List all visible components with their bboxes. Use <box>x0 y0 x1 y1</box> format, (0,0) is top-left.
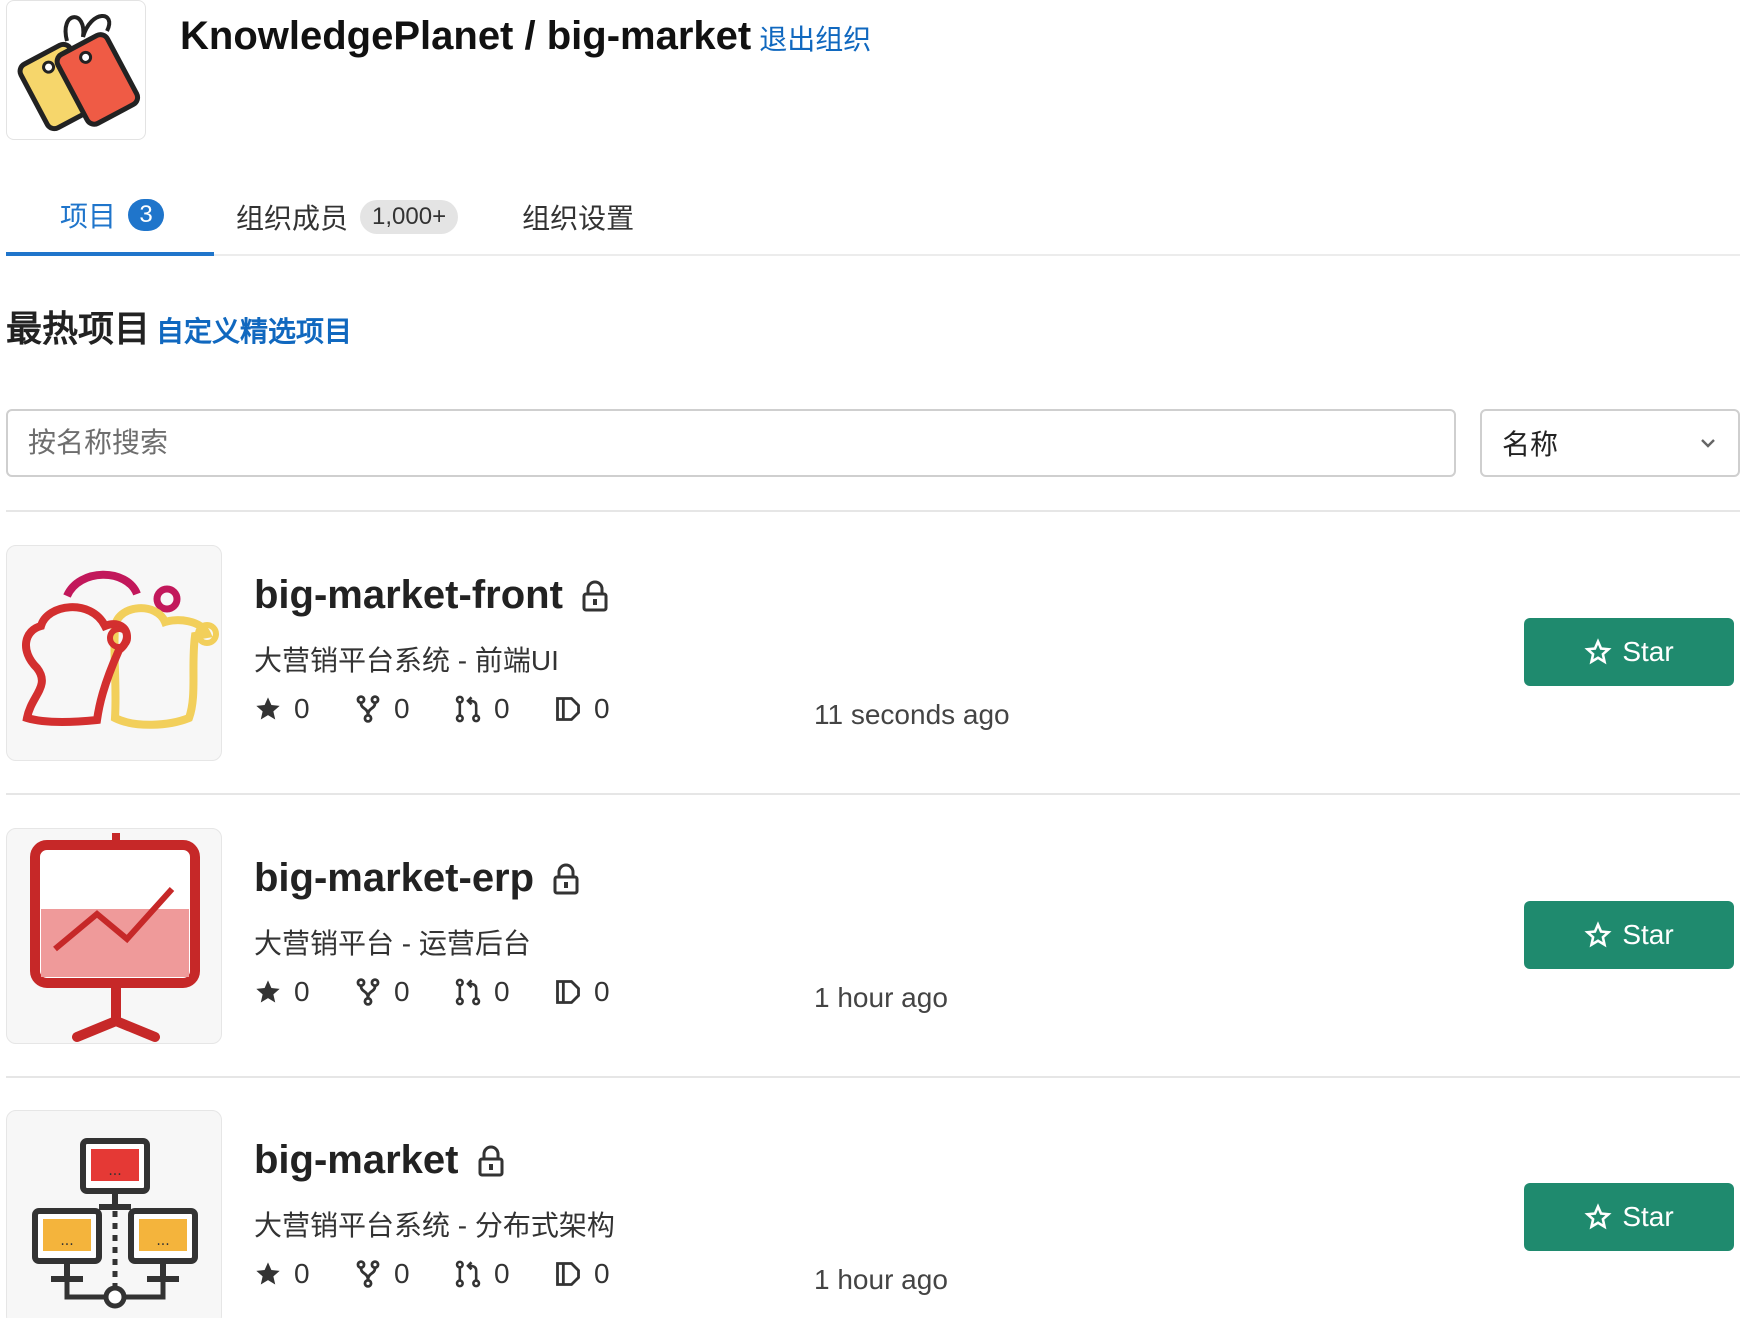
forks-stat[interactable]: 0 <box>354 976 454 1008</box>
network-computers-icon: ... ... ... <box>32 1138 198 1309</box>
project-row: big-market-erp 大营销平台 - 运营后台 0 0 0 0 1 ho… <box>6 828 1740 1044</box>
merge-request-icon <box>455 978 481 1006</box>
lock-icon <box>552 862 580 896</box>
updated-time: 1 hour ago <box>814 982 948 1013</box>
presentation-chart-icon <box>30 833 200 1042</box>
stars-stat[interactable]: 0 <box>254 976 354 1008</box>
issues-count: 0 <box>594 1258 610 1289</box>
project-avatar[interactable]: ... ... ... <box>6 1110 222 1318</box>
project-avatar[interactable] <box>6 545 222 761</box>
lock-icon <box>581 579 609 613</box>
project-stats: 0 0 0 0 <box>254 693 654 725</box>
star-button-label: Star <box>1622 1201 1674 1232</box>
project-avatar[interactable] <box>6 828 222 1044</box>
forks-count: 0 <box>394 1258 410 1289</box>
stars-count: 0 <box>294 1258 310 1289</box>
leave-org-link[interactable]: 退出组织 <box>759 24 871 55</box>
lock-icon <box>477 1144 505 1178</box>
merge-request-icon <box>455 1260 481 1288</box>
star-icon <box>256 1262 280 1285</box>
fork-icon <box>356 695 380 723</box>
org-avatar <box>6 0 146 140</box>
project-name-text: big-market-front <box>254 573 563 617</box>
stars-count: 0 <box>294 976 310 1007</box>
project-name-text: big-market-erp <box>254 856 535 900</box>
sort-dropdown[interactable]: 名称 <box>1480 409 1740 477</box>
star-button[interactable]: Star <box>1524 618 1734 686</box>
merge-requests-stat[interactable]: 0 <box>454 976 554 1008</box>
star-outline-icon <box>1584 921 1612 948</box>
project-name[interactable]: big-market-front <box>254 573 609 618</box>
stars-stat[interactable]: 0 <box>254 1258 354 1290</box>
project-stats: 0 0 0 0 <box>254 976 654 1008</box>
star-outline-icon <box>1584 1203 1612 1230</box>
project-stats: 0 0 0 0 <box>254 1258 654 1290</box>
merge-requests-count: 0 <box>494 976 510 1007</box>
project-description: 大营销平台 - 运营后台 <box>254 928 531 959</box>
issues-stat[interactable]: 0 <box>554 693 654 725</box>
tab-members[interactable]: 组织成员 1,000+ <box>236 178 459 256</box>
org-tabs: 项目 3 组织成员 1,000+ 组织设置 <box>6 178 1740 256</box>
chat-bubbles-icon <box>22 570 219 729</box>
issues-stat[interactable]: 0 <box>554 976 654 1008</box>
merge-requests-stat[interactable]: 0 <box>454 1258 554 1290</box>
tab-projects-label: 项目 <box>60 201 117 232</box>
members-count-badge: 1,000+ <box>360 200 459 234</box>
project-description: 大营销平台系统 - 分布式架构 <box>254 1210 615 1241</box>
forks-count: 0 <box>394 693 410 724</box>
star-button-label: Star <box>1622 636 1674 667</box>
project-description: 大营销平台系统 - 前端UI <box>254 645 559 676</box>
forks-count: 0 <box>394 976 410 1007</box>
merge-requests-count: 0 <box>494 693 510 724</box>
tab-projects[interactable]: 项目 3 <box>6 178 214 256</box>
customize-featured-link[interactable]: 自定义精选项目 <box>156 316 352 347</box>
star-button[interactable]: Star <box>1524 901 1734 969</box>
org-path: KnowledgePlanet / big-market <box>180 14 752 58</box>
project-row: ... ... ... big-market 大营销平台系统 - 分布式架构 0… <box>6 1110 1740 1318</box>
tab-settings[interactable]: 组织设置 <box>522 178 634 256</box>
merge-requests-count: 0 <box>494 1258 510 1289</box>
section-title: 最热项目 自定义精选项目 <box>6 300 352 352</box>
issues-icon <box>556 980 580 1004</box>
project-name-text: big-market <box>254 1138 459 1182</box>
svg-text:...: ... <box>60 1233 73 1249</box>
stars-count: 0 <box>294 693 310 724</box>
star-button[interactable]: Star <box>1524 1183 1734 1251</box>
updated-time: 11 seconds ago <box>814 699 1010 730</box>
star-icon <box>256 980 280 1003</box>
project-row: big-market-front 大营销平台系统 - 前端UI 0 0 0 0 … <box>6 545 1740 761</box>
updated-time: 1 hour ago <box>814 1264 948 1295</box>
merge-request-icon <box>455 695 481 723</box>
sale-tags-icon <box>17 14 141 132</box>
stars-stat[interactable]: 0 <box>254 693 354 725</box>
svg-text:...: ... <box>156 1233 169 1249</box>
divider <box>6 510 1740 512</box>
issues-count: 0 <box>594 976 610 1007</box>
projects-count-badge: 3 <box>128 199 165 231</box>
divider <box>6 793 1740 795</box>
tab-settings-label: 组织设置 <box>522 203 635 234</box>
tab-members-label: 组织成员 <box>236 203 349 234</box>
chevron-down-icon <box>1701 439 1715 448</box>
org-title: KnowledgePlanet / big-market 退出组织 <box>180 14 871 59</box>
issues-stat[interactable]: 0 <box>554 1258 654 1290</box>
star-icon <box>256 697 280 720</box>
issues-count: 0 <box>594 693 610 724</box>
forks-stat[interactable]: 0 <box>354 1258 454 1290</box>
fork-icon <box>356 1260 380 1288</box>
project-name[interactable]: big-market <box>254 1138 505 1183</box>
project-name[interactable]: big-market-erp <box>254 856 580 901</box>
issues-icon <box>556 1262 580 1286</box>
fork-icon <box>356 978 380 1006</box>
star-button-label: Star <box>1622 919 1674 950</box>
merge-requests-stat[interactable]: 0 <box>454 693 554 725</box>
star-outline-icon <box>1584 638 1612 665</box>
issues-icon <box>556 697 580 721</box>
section-heading: 最热项目 <box>6 308 151 349</box>
svg-text:...: ... <box>108 1163 121 1179</box>
divider <box>6 1076 1740 1078</box>
search-input[interactable] <box>6 409 1456 477</box>
sort-selected: 名称 <box>1502 429 1559 460</box>
forks-stat[interactable]: 0 <box>354 693 454 725</box>
